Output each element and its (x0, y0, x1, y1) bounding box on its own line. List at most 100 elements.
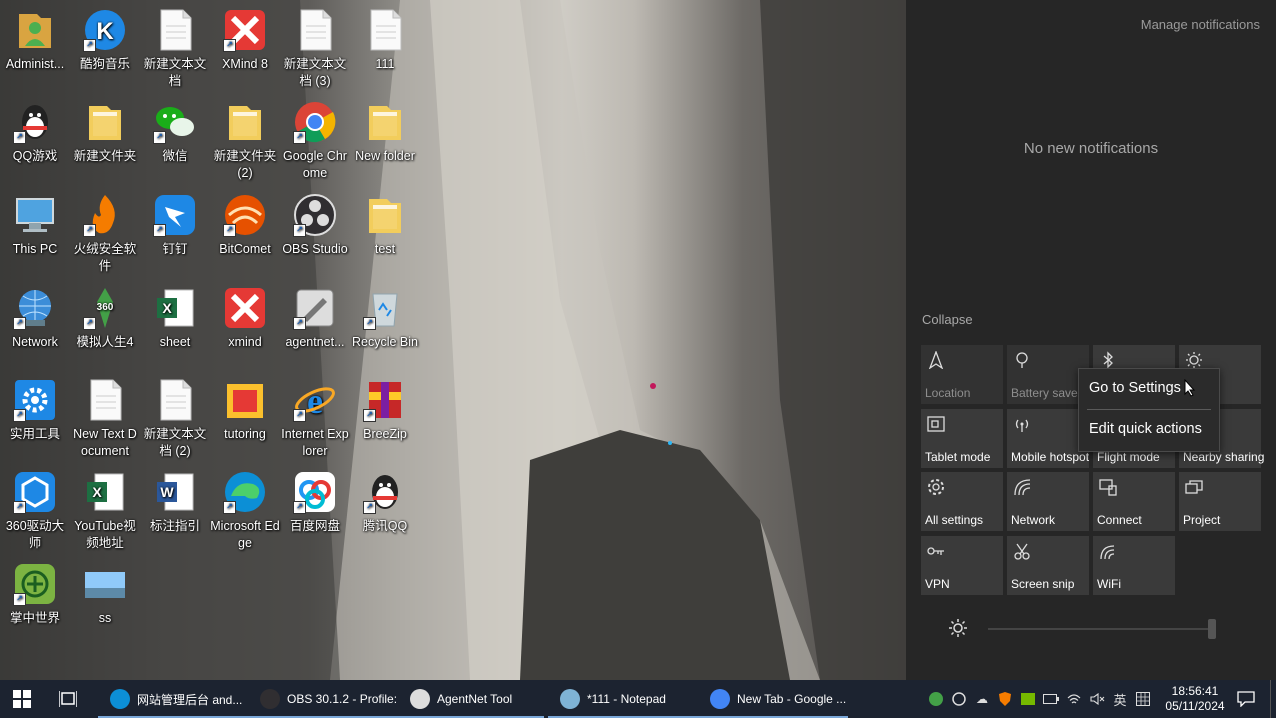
start-button[interactable] (0, 680, 44, 718)
desktop-icon-edge-icon[interactable]: ↗ Microsoft Edge (210, 470, 280, 552)
battery-icon[interactable] (1043, 691, 1059, 707)
desktop-icon-recycle-bin-icon[interactable]: ↗ Recycle Bin (350, 286, 420, 351)
taskbar-button-chrome[interactable]: New Tab - Google ... (698, 680, 848, 718)
taskbar-button-label: OBS 30.1.2 - Profile:... (287, 692, 398, 706)
shortcut-arrow-icon: ↗ (223, 224, 236, 237)
desktop-icon-text-document-icon[interactable]: New Text Document (70, 378, 140, 460)
desktop-icon-zhangzhong-icon[interactable]: ↗ 掌中世界 (0, 562, 70, 627)
go-to-settings-menu-item[interactable]: Go to Settings (1089, 380, 1181, 396)
manage-notifications-link[interactable]: Manage notifications (1141, 17, 1260, 32)
desktop-icon-gear-tool-icon[interactable]: ↗ 实用工具 (0, 378, 70, 443)
desktop-icon-computer-icon[interactable]: This PC (0, 193, 70, 258)
zhangzhong-icon: ↗ (13, 562, 57, 606)
desktop-icon-word-icon[interactable]: W 标注指引 (140, 470, 210, 535)
show-desktop-button[interactable] (1270, 680, 1276, 718)
taskbar-button-edge[interactable]: 网站管理后台 and... (98, 680, 248, 718)
desktop-icon-driver-icon[interactable]: ↗ 360驱动大师 (0, 470, 70, 552)
desktop-icon-folder-icon[interactable]: New folder (350, 100, 420, 165)
gear-tool-icon: ↗ (13, 378, 57, 422)
desktop-icon-qq-icon[interactable]: ↗ 腾讯QQ (350, 470, 420, 535)
desktop-icon-text-document-icon[interactable]: 111 (350, 8, 420, 73)
desktop-icon-ie-icon[interactable]: e ↗ Internet Explorer (280, 378, 350, 460)
keyboard-grid-icon[interactable] (1135, 691, 1151, 707)
quick-action-vpn[interactable]: VPN (921, 535, 1003, 595)
taskbar-button-label: New Tab - Google ... (737, 692, 847, 706)
volume-muted-icon[interactable] (1089, 691, 1105, 707)
desktop-icon-text-document-icon[interactable]: 新建文本文档 (140, 8, 210, 90)
quick-action-screen-snip[interactable]: Screen snip (1007, 535, 1089, 595)
quick-action-label: Battery saver (1011, 386, 1082, 400)
desktop-icon-agentnet-icon[interactable]: ↗ agentnet... (280, 286, 350, 351)
brightness-slider-thumb[interactable] (1208, 619, 1216, 639)
quick-action-network[interactable]: Network (1007, 472, 1089, 531)
desktop-icon-folder-icon[interactable]: 新建文件夹 (2) (210, 100, 280, 182)
quick-action-mobile-hotspot[interactable]: Mobile hotspot (1007, 408, 1089, 468)
edit-quick-actions-menu-item[interactable]: Edit quick actions (1089, 421, 1202, 437)
taskbar-button-notepad[interactable]: *111 - Notepad (548, 680, 698, 718)
desktop-icon-text-document-icon[interactable]: 新建文本文档 (2) (140, 378, 210, 460)
desktop-icon-label: 微信 (162, 149, 188, 163)
taskbar-button-label: AgentNet Tool (437, 692, 513, 706)
desktop-icon-tutoring-icon[interactable]: tutoring (210, 378, 280, 443)
quick-action-tablet-mode[interactable]: Tablet mode (921, 408, 1003, 468)
desktop-icon-label: Network (12, 335, 58, 349)
svg-text:W: W (160, 484, 174, 500)
taskbar-button-obs[interactable]: OBS 30.1.2 - Profile:... (248, 680, 398, 718)
wifi-tray-icon[interactable] (1066, 691, 1082, 707)
desktop-icon-wechat-icon[interactable]: ↗ 微信 (140, 100, 210, 165)
wechat-icon: ↗ (153, 100, 197, 144)
desktop-icon-image-thumbnail-icon[interactable]: ss (70, 562, 140, 627)
quick-action-all-settings[interactable]: All settings (921, 472, 1003, 531)
agentnet-icon: ↗ (293, 286, 337, 330)
input-method-label[interactable]: 英 (1112, 691, 1128, 708)
brightness-icon (949, 619, 967, 637)
obs-tray-icon[interactable] (951, 691, 967, 707)
desktop-icon-bitcomet-icon[interactable]: ↗ BitComet (210, 193, 280, 258)
desktop-icon-network-globe-icon[interactable]: ↗ Network (0, 286, 70, 351)
task-view-button[interactable] (48, 680, 88, 718)
quick-action-wifi[interactable]: WiFi (1093, 535, 1175, 595)
quick-action-connect[interactable]: Connect (1093, 472, 1175, 531)
collapse-link[interactable]: Collapse (922, 312, 973, 327)
quick-action-project[interactable]: Project (1179, 472, 1261, 531)
quick-action-location[interactable]: Location (921, 345, 1003, 404)
desktop-icon-kugou-icon[interactable]: K ↗ 酷狗音乐 (70, 8, 140, 73)
desktop-icon-obs-icon[interactable]: ↗ OBS Studio (280, 193, 350, 258)
network-globe-icon: ↗ (13, 286, 57, 330)
desktop-icon-excel-icon[interactable]: X YouTube视频地址 (70, 470, 140, 552)
brightness-slider-track[interactable] (988, 628, 1210, 630)
quick-action-battery-saver[interactable]: Battery saver (1007, 345, 1089, 404)
desktop-icon-sims-icon[interactable]: 360 ↗ 模拟人生4 (70, 286, 140, 351)
settings-gear-icon (927, 478, 945, 496)
desktop-icon-breezip-icon[interactable]: ↗ BreeZip (350, 378, 420, 443)
taskbar-clock[interactable]: 18:56:41 05/11/2024 (1160, 684, 1230, 714)
taskbar-button-agentnet[interactable]: AgentNet Tool (398, 680, 544, 718)
location-icon (927, 350, 945, 370)
desktop-icon-label: 111 (375, 57, 395, 71)
desktop-icon-chrome-icon[interactable]: ↗ Google Chrome (280, 100, 350, 182)
edge-icon: ↗ (223, 470, 267, 514)
desktop-icon-xmind-icon[interactable]: xmind (210, 286, 280, 351)
desktop-icon-dingtalk-icon[interactable]: ↗ 钉钉 (140, 193, 210, 258)
taskbar-button-label: 网站管理后台 and... (137, 692, 243, 707)
desktop-icon-qq-game-icon[interactable]: ↗ QQ游戏 (0, 100, 70, 165)
ie-icon: e ↗ (293, 378, 337, 422)
desktop-icon-folder-icon[interactable]: test (350, 193, 420, 258)
desktop-icon-excel-icon[interactable]: Xsheet (140, 286, 210, 351)
mouse-cursor-icon (1184, 379, 1196, 397)
desktop-icon-user-folder-icon[interactable]: Administ... (0, 8, 70, 73)
desktop-icon-baidu-netdisk-icon[interactable]: ↗ 百度网盘 (280, 470, 350, 535)
green-status-icon[interactable] (928, 691, 944, 707)
shortcut-arrow-icon: ↗ (363, 501, 376, 514)
shield-icon[interactable] (997, 691, 1013, 707)
cloud-icon[interactable]: ☁ (974, 691, 990, 707)
desktop-icon-huorong-icon[interactable]: ↗ 火绒安全软件 (70, 193, 140, 275)
nvidia-icon[interactable] (1020, 691, 1036, 707)
desktop-icon-xmind-icon[interactable]: ↗ XMind 8 (210, 8, 280, 73)
desktop-icon-text-document-icon[interactable]: 新建文本文档 (3) (280, 8, 350, 90)
desktop-icon-folder-icon[interactable]: 新建文件夹 (70, 100, 140, 165)
shortcut-arrow-icon: ↗ (83, 39, 96, 52)
action-center-button[interactable] (1232, 680, 1260, 718)
quick-action-label: Network (1011, 513, 1056, 527)
bluetooth-icon (1099, 351, 1117, 369)
